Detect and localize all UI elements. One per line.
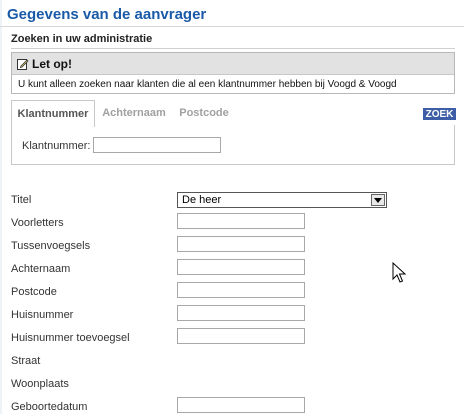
- klantnummer-input[interactable]: [93, 137, 221, 153]
- titel-label: Titel: [11, 194, 32, 206]
- page-left-edge: [0, 0, 2, 414]
- huisnummer-input[interactable]: [177, 305, 305, 321]
- tab-label: Postcode: [179, 107, 229, 119]
- notice-title: Let op!: [32, 56, 72, 71]
- voorletters-input[interactable]: [177, 213, 305, 229]
- huisnummer-toevoegsel-input[interactable]: [177, 328, 305, 344]
- woonplaats-label: Woonplaats: [11, 378, 69, 390]
- geboortedatum-label: Geboortedatum: [11, 401, 88, 413]
- page-title: Gegevens van de aanvrager: [7, 6, 207, 23]
- straat-label: Straat: [11, 355, 41, 367]
- chevron-down-icon[interactable]: [371, 194, 385, 206]
- tab-label: Klantnummer: [17, 108, 89, 120]
- titel-select-value: De heer: [182, 194, 222, 206]
- title-divider: [0, 26, 464, 27]
- edit-icon: [17, 58, 29, 70]
- achternaam-input[interactable]: [177, 259, 305, 275]
- tab-postcode[interactable]: Postcode: [173, 100, 235, 126]
- achternaam-label: Achternaam: [11, 263, 71, 275]
- notice-message: U kunt alleen zoeken naar klanten die al…: [18, 79, 397, 90]
- postcode-input[interactable]: [177, 282, 305, 298]
- huisnummer-toevoegsel-label: Huisnummer toevoegsel: [11, 332, 130, 344]
- geboortedatum-input[interactable]: [177, 397, 305, 413]
- tussenvoegsels-label: Tussenvoegsels: [11, 240, 91, 252]
- tab-klantnummer[interactable]: Klantnummer: [11, 100, 95, 127]
- mouse-cursor-icon: [392, 261, 407, 284]
- titel-select[interactable]: De heer: [177, 192, 387, 208]
- notice-box: Let op! U kunt alleen zoeken naar klante…: [11, 52, 455, 94]
- tussenvoegsels-input[interactable]: [177, 236, 305, 252]
- huisnummer-label: Huisnummer: [11, 309, 74, 321]
- notice-header: Let op!: [12, 53, 454, 75]
- tab-label: Achternaam: [102, 107, 166, 119]
- voorletters-label: Voorletters: [11, 217, 64, 229]
- section-heading: Zoeken in uw administratie: [11, 33, 153, 45]
- klantnummer-label: Klantnummer:: [22, 140, 91, 152]
- zoek-button[interactable]: ZOEK: [423, 108, 456, 120]
- section-divider: [11, 48, 455, 49]
- search-tabs: Klantnummer Achternaam Postcode: [11, 100, 455, 127]
- postcode-label: Postcode: [11, 286, 57, 298]
- tab-achternaam[interactable]: Achternaam: [97, 100, 171, 126]
